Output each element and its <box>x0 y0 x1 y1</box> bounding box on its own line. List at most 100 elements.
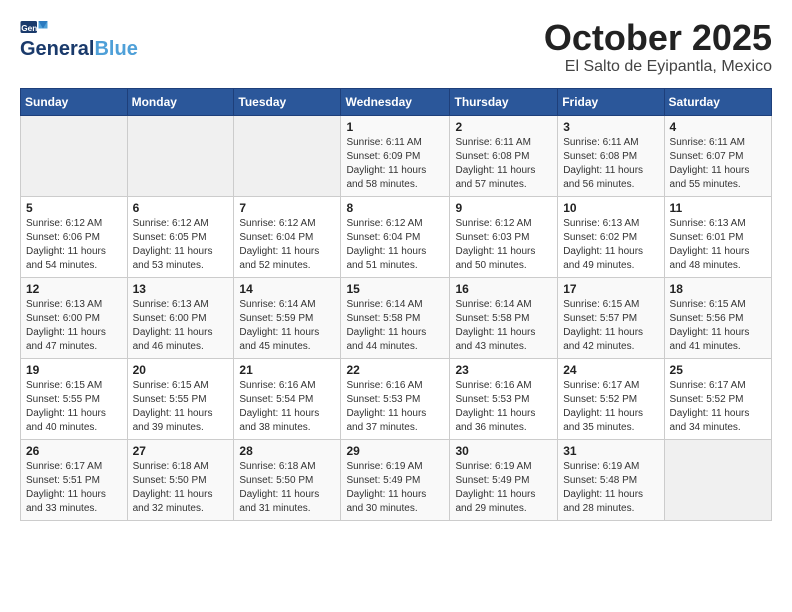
day-number: 1 <box>346 120 444 134</box>
day-info: Sunrise: 6:17 AMSunset: 5:52 PMDaylight:… <box>670 379 766 435</box>
day-number: 17 <box>563 282 658 296</box>
day-number: 11 <box>670 201 766 215</box>
day-info: Sunrise: 6:12 AMSunset: 6:03 PMDaylight:… <box>455 217 552 273</box>
logo-icon: General <box>20 18 48 36</box>
week-row-3: 12 Sunrise: 6:13 AMSunset: 6:00 PMDayligh… <box>21 277 772 358</box>
calendar-cell: 23 Sunrise: 6:16 AMSunset: 5:53 PMDayligh… <box>450 358 558 439</box>
day-info: Sunrise: 6:11 AMSunset: 6:09 PMDaylight:… <box>346 136 444 192</box>
logo-general: General <box>20 38 94 61</box>
day-info: Sunrise: 6:12 AMSunset: 6:04 PMDaylight:… <box>346 217 444 273</box>
day-info: Sunrise: 6:16 AMSunset: 5:53 PMDaylight:… <box>346 379 444 435</box>
calendar-cell <box>21 115 128 196</box>
header-monday: Monday <box>127 88 234 115</box>
day-info: Sunrise: 6:19 AMSunset: 5:49 PMDaylight:… <box>346 460 444 516</box>
day-info: Sunrise: 6:11 AMSunset: 6:08 PMDaylight:… <box>563 136 658 192</box>
day-info: Sunrise: 6:14 AMSunset: 5:59 PMDaylight:… <box>239 298 335 354</box>
calendar-cell: 7Sunrise: 6:12 AMSunset: 6:04 PMDaylight… <box>234 196 341 277</box>
calendar-cell: 16 Sunrise: 6:14 AMSunset: 5:58 PMDayligh… <box>450 277 558 358</box>
calendar-cell: 20 Sunrise: 6:15 AMSunset: 5:55 PMDayligh… <box>127 358 234 439</box>
day-number: 19 <box>26 363 122 377</box>
day-info: Sunrise: 6:15 AMSunset: 5:55 PMDaylight:… <box>133 379 229 435</box>
week-row-5: 26Sunrise: 6:17 AMSunset: 5:51 PMDayligh… <box>21 439 772 520</box>
day-info: Sunrise: 6:11 AMSunset: 6:08 PMDaylight:… <box>455 136 552 192</box>
calendar-cell <box>664 439 771 520</box>
calendar-cell: 13Sunrise: 6:13 AMSunset: 6:00 PMDayligh… <box>127 277 234 358</box>
calendar-cell: 1 Sunrise: 6:11 AMSunset: 6:09 PMDaylight… <box>341 115 450 196</box>
header-wednesday: Wednesday <box>341 88 450 115</box>
day-number: 13 <box>133 282 229 296</box>
day-number: 24 <box>563 363 658 377</box>
day-number: 30 <box>455 444 552 458</box>
calendar-table: SundayMondayTuesdayWednesdayThursdayFrid… <box>20 88 772 521</box>
day-info: Sunrise: 6:13 AMSunset: 6:01 PMDaylight:… <box>670 217 766 273</box>
day-number: 28 <box>239 444 335 458</box>
day-info: Sunrise: 6:19 AMSunset: 5:48 PMDaylight:… <box>563 460 658 516</box>
calendar-cell <box>234 115 341 196</box>
calendar-cell: 24 Sunrise: 6:17 AMSunset: 5:52 PMDayligh… <box>558 358 664 439</box>
calendar-cell: 28 Sunrise: 6:18 AMSunset: 5:50 PMDayligh… <box>234 439 341 520</box>
calendar-cell: 22Sunrise: 6:16 AMSunset: 5:53 PMDayligh… <box>341 358 450 439</box>
day-info: Sunrise: 6:16 AMSunset: 5:54 PMDaylight:… <box>239 379 335 435</box>
calendar-cell <box>127 115 234 196</box>
calendar-cell: 29 Sunrise: 6:19 AMSunset: 5:49 PMDayligh… <box>341 439 450 520</box>
day-info: Sunrise: 6:13 AMSunset: 6:00 PMDaylight:… <box>26 298 122 354</box>
week-row-4: 19 Sunrise: 6:15 AMSunset: 5:55 PMDayligh… <box>21 358 772 439</box>
calendar-cell: 2Sunrise: 6:11 AMSunset: 6:08 PMDaylight… <box>450 115 558 196</box>
calendar-cell: 21 Sunrise: 6:16 AMSunset: 5:54 PMDayligh… <box>234 358 341 439</box>
day-info: Sunrise: 6:14 AMSunset: 5:58 PMDaylight:… <box>455 298 552 354</box>
day-info: Sunrise: 6:11 AMSunset: 6:07 PMDaylight:… <box>670 136 766 192</box>
day-info: Sunrise: 6:17 AMSunset: 5:51 PMDaylight:… <box>26 460 122 516</box>
day-number: 10 <box>563 201 658 215</box>
calendar-cell: 15Sunrise: 6:14 AMSunset: 5:58 PMDayligh… <box>341 277 450 358</box>
calendar-cell: 11 Sunrise: 6:13 AMSunset: 6:01 PMDayligh… <box>664 196 771 277</box>
week-row-1: 1 Sunrise: 6:11 AMSunset: 6:09 PMDaylight… <box>21 115 772 196</box>
day-number: 25 <box>670 363 766 377</box>
day-number: 12 <box>26 282 122 296</box>
day-number: 14 <box>239 282 335 296</box>
day-number: 16 <box>455 282 552 296</box>
calendar-subtitle: El Salto de Eyipantla, Mexico <box>544 58 772 76</box>
day-number: 18 <box>670 282 766 296</box>
calendar-cell: 6Sunrise: 6:12 AMSunset: 6:05 PMDaylight… <box>127 196 234 277</box>
calendar-cell: 19 Sunrise: 6:15 AMSunset: 5:55 PMDayligh… <box>21 358 128 439</box>
logo-blue: Blue <box>94 38 137 61</box>
calendar-cell: 14 Sunrise: 6:14 AMSunset: 5:59 PMDayligh… <box>234 277 341 358</box>
header-sunday: Sunday <box>21 88 128 115</box>
day-number: 21 <box>239 363 335 377</box>
title-block: October 2025 El Salto de Eyipantla, Mexi… <box>544 18 772 76</box>
week-row-2: 5Sunrise: 6:12 AMSunset: 6:06 PMDaylight… <box>21 196 772 277</box>
day-number: 20 <box>133 363 229 377</box>
calendar-cell: 8 Sunrise: 6:12 AMSunset: 6:04 PMDaylight… <box>341 196 450 277</box>
calendar-cell: 17 Sunrise: 6:15 AMSunset: 5:57 PMDayligh… <box>558 277 664 358</box>
day-info: Sunrise: 6:15 AMSunset: 5:56 PMDaylight:… <box>670 298 766 354</box>
calendar-cell: 25 Sunrise: 6:17 AMSunset: 5:52 PMDayligh… <box>664 358 771 439</box>
day-number: 27 <box>133 444 229 458</box>
day-number: 8 <box>346 201 444 215</box>
calendar-cell: 3Sunrise: 6:11 AMSunset: 6:08 PMDaylight… <box>558 115 664 196</box>
logo: General General Blue <box>20 18 138 61</box>
calendar-cell: 4 Sunrise: 6:11 AMSunset: 6:07 PMDaylight… <box>664 115 771 196</box>
day-number: 31 <box>563 444 658 458</box>
header-tuesday: Tuesday <box>234 88 341 115</box>
day-number: 23 <box>455 363 552 377</box>
day-number: 4 <box>670 120 766 134</box>
calendar-title: October 2025 <box>544 18 772 58</box>
calendar-cell: 31 Sunrise: 6:19 AMSunset: 5:48 PMDayligh… <box>558 439 664 520</box>
day-info: Sunrise: 6:17 AMSunset: 5:52 PMDaylight:… <box>563 379 658 435</box>
day-info: Sunrise: 6:19 AMSunset: 5:49 PMDaylight:… <box>455 460 552 516</box>
header-saturday: Saturday <box>664 88 771 115</box>
header: General General Blue October 2025 El Sal… <box>20 18 772 76</box>
day-info: Sunrise: 6:18 AMSunset: 5:50 PMDaylight:… <box>239 460 335 516</box>
day-number: 9 <box>455 201 552 215</box>
day-info: Sunrise: 6:15 AMSunset: 5:57 PMDaylight:… <box>563 298 658 354</box>
day-info: Sunrise: 6:13 AMSunset: 6:02 PMDaylight:… <box>563 217 658 273</box>
calendar-cell: 27Sunrise: 6:18 AMSunset: 5:50 PMDayligh… <box>127 439 234 520</box>
calendar-cell: 5Sunrise: 6:12 AMSunset: 6:06 PMDaylight… <box>21 196 128 277</box>
day-info: Sunrise: 6:16 AMSunset: 5:53 PMDaylight:… <box>455 379 552 435</box>
day-number: 5 <box>26 201 122 215</box>
day-number: 29 <box>346 444 444 458</box>
day-number: 6 <box>133 201 229 215</box>
day-info: Sunrise: 6:15 AMSunset: 5:55 PMDaylight:… <box>26 379 122 435</box>
calendar-header-row: SundayMondayTuesdayWednesdayThursdayFrid… <box>21 88 772 115</box>
calendar-cell: 26Sunrise: 6:17 AMSunset: 5:51 PMDayligh… <box>21 439 128 520</box>
